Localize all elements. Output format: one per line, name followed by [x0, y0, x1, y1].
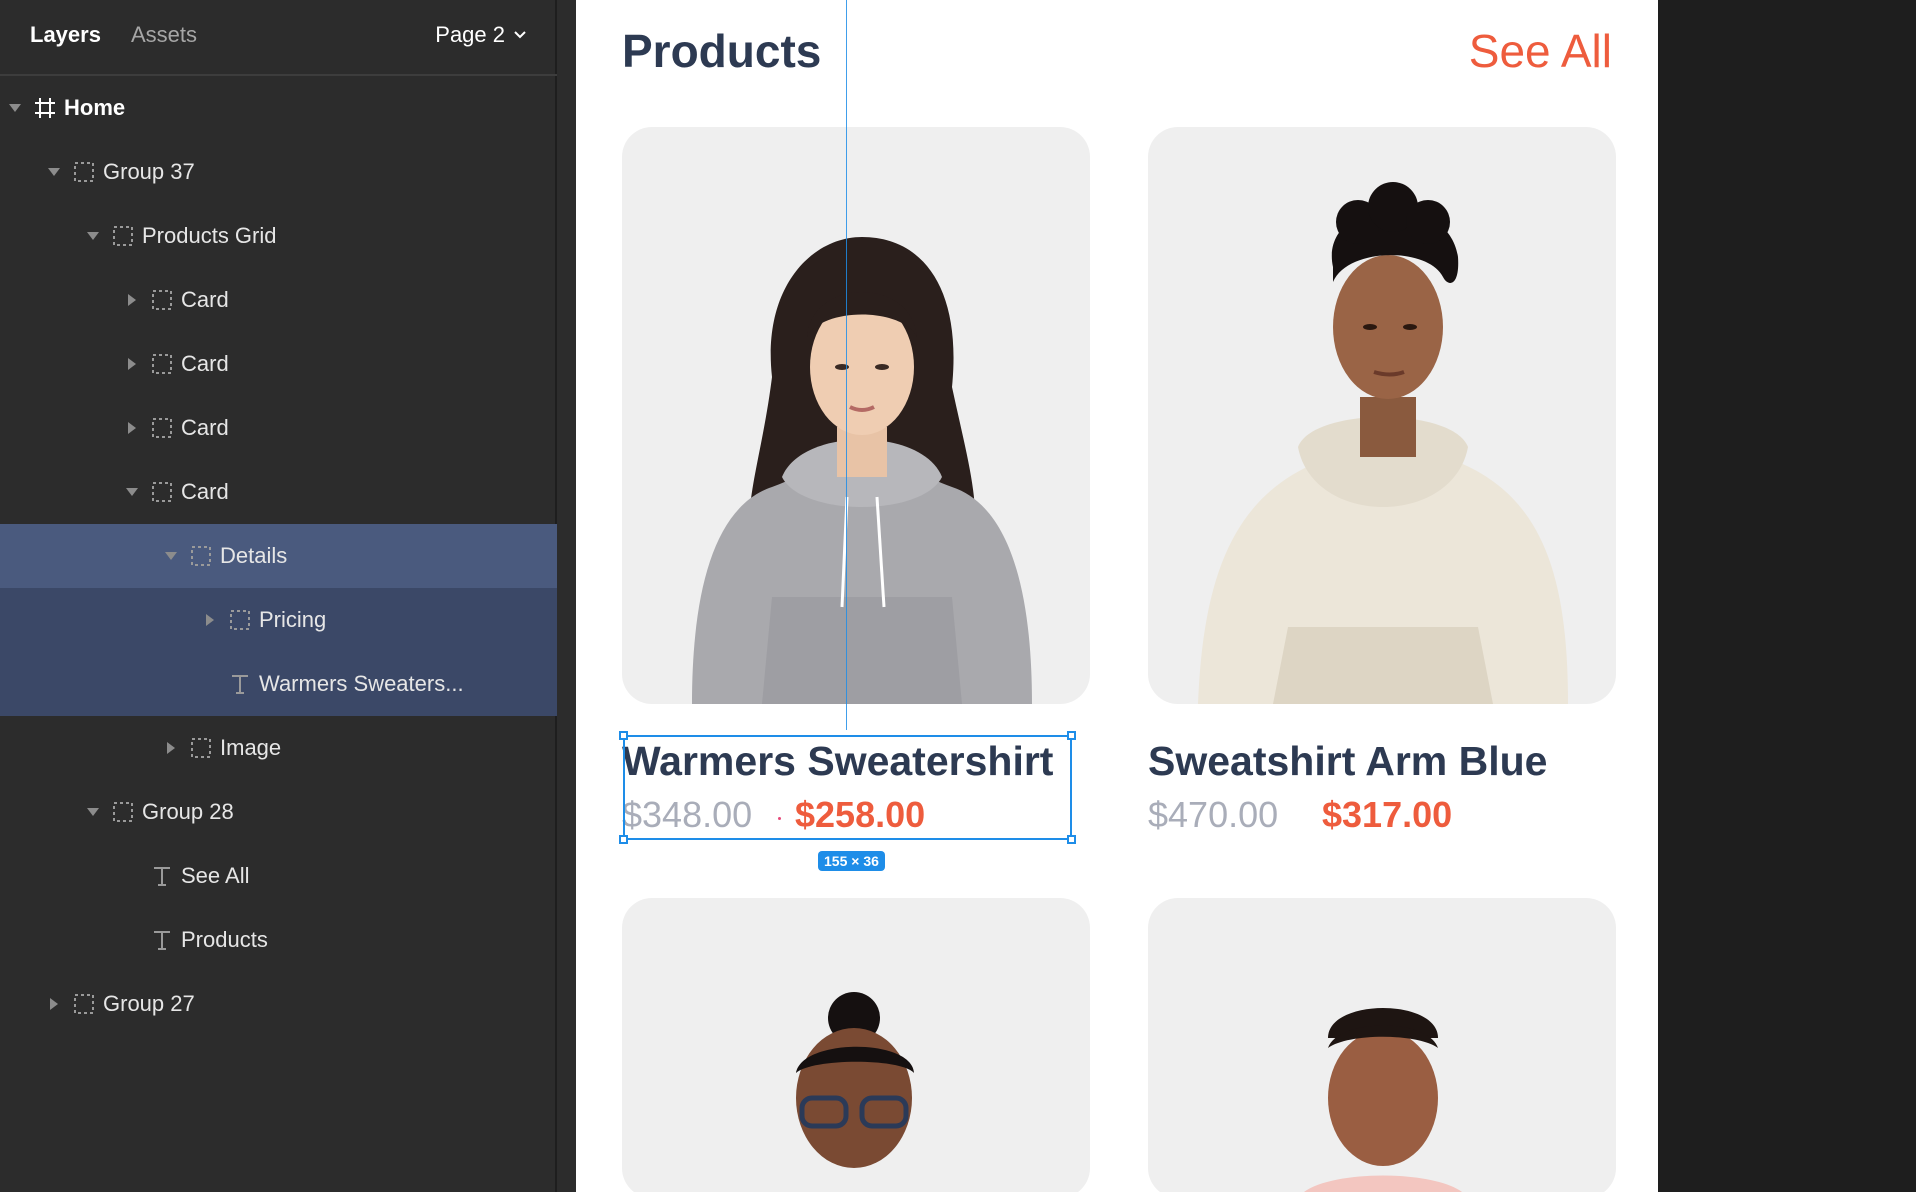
frame-hash-icon: [32, 95, 58, 121]
group-dashed-icon: [110, 799, 136, 825]
group-dashed-icon: [149, 415, 175, 441]
group-dashed-icon: [227, 607, 253, 633]
resize-handle-nw[interactable]: [619, 731, 628, 740]
caret-down-icon[interactable]: [164, 549, 178, 563]
page-selector[interactable]: Page 2: [435, 22, 527, 48]
caret-right-icon[interactable]: [125, 293, 139, 307]
caret-down-icon[interactable]: [8, 101, 22, 115]
chevron-down-icon: [514, 31, 526, 39]
products-heading[interactable]: Products: [622, 24, 821, 78]
product-image-woman-grey-hoodie[interactable]: [622, 127, 1090, 704]
layer-label: See All: [181, 863, 250, 888]
layer-label: Products: [181, 927, 268, 952]
tab-layers[interactable]: Layers: [30, 22, 101, 48]
layer-row[interactable]: Card: [0, 396, 557, 460]
group-dashed-icon: [110, 223, 136, 249]
product-card[interactable]: Sweatshirt Arm Blue $470.00 $317.00: [1148, 127, 1616, 847]
group-dashed-icon: [149, 351, 175, 377]
caret-down-icon[interactable]: [86, 229, 100, 243]
caret-down-icon[interactable]: [47, 165, 61, 179]
group-dashed-icon: [149, 287, 175, 313]
text-layer-icon: [149, 927, 175, 953]
layer-label: Card: [181, 351, 229, 376]
tab-assets[interactable]: Assets: [131, 22, 197, 48]
product-image-woman-braids[interactable]: [1148, 898, 1616, 1192]
layer-row[interactable]: Group 27: [0, 972, 557, 1036]
woman-glasses-illustration: [796, 992, 914, 1168]
layer-row[interactable]: Card: [0, 460, 557, 524]
caret-right-icon[interactable]: [47, 997, 61, 1011]
caret-right-icon[interactable]: [164, 741, 178, 755]
resize-handle-ne[interactable]: [1067, 731, 1076, 740]
resize-handle-sw[interactable]: [619, 835, 628, 844]
layer-label: Card: [181, 479, 229, 504]
layer-label: Group 37: [103, 159, 195, 184]
product-new-price[interactable]: $317.00: [1322, 794, 1452, 836]
layer-label: Image: [220, 735, 282, 760]
product-image-woman-glasses[interactable]: [622, 898, 1090, 1192]
layer-row[interactable]: Products Grid: [0, 204, 557, 268]
group-dashed-icon: [71, 159, 97, 185]
layer-row[interactable]: Group 28: [0, 780, 557, 844]
text-layer-icon: [227, 671, 253, 697]
woman-grey-hoodie-illustration: [692, 237, 1032, 704]
layer-row[interactable]: Group 37: [0, 140, 557, 204]
caret-right-icon[interactable]: [125, 357, 139, 371]
man-cream-hoodie-illustration: [1198, 182, 1568, 704]
woman-braids-illustration: [1304, 1008, 1462, 1192]
caret-right-icon[interactable]: [125, 421, 139, 435]
layer-label: Group 27: [103, 991, 195, 1016]
layer-label: Card: [181, 287, 229, 312]
group-dashed-icon: [188, 543, 214, 569]
caret-down-icon[interactable]: [125, 485, 139, 499]
layer-label: Home: [64, 95, 126, 120]
home-frame[interactable]: Products See All Warmers Sweatershirt $3…: [576, 0, 1658, 1192]
layer-label: Details: [220, 543, 288, 568]
selection-box[interactable]: [619, 731, 1076, 844]
group-dashed-icon: [149, 479, 175, 505]
resize-handle-se[interactable]: [1067, 835, 1076, 844]
canvas-dark-area: [1658, 0, 1916, 1192]
layer-label: Warmers Sweaters...: [259, 671, 464, 696]
layer-row[interactable]: Home: [0, 76, 557, 140]
layer-label: Group 28: [142, 799, 234, 824]
caret-right-icon[interactable]: [203, 613, 217, 627]
product-image-man-cream-hoodie[interactable]: [1148, 127, 1616, 704]
vertical-guide: [846, 0, 847, 730]
selection-size-badge: 155 × 36: [818, 851, 885, 871]
layer-tree: Home Group 37 Products Grid Card Card Card Car…: [0, 76, 557, 1036]
group-dashed-icon: [71, 991, 97, 1017]
layer-row[interactable]: Card: [0, 332, 557, 396]
spacing-dot: [778, 817, 781, 820]
product-title[interactable]: Sweatshirt Arm Blue: [1148, 738, 1547, 785]
layer-row[interactable]: Image: [0, 716, 557, 780]
text-layer-icon: [149, 863, 175, 889]
layers-panel: Layers Assets Page 2 Home Group 37 Product…: [0, 0, 557, 1192]
group-dashed-icon: [188, 735, 214, 761]
layer-label: Products Grid: [142, 223, 277, 248]
layer-row[interactable]: See All: [0, 844, 557, 908]
design-canvas[interactable]: Products See All Warmers Sweatershirt $3…: [557, 0, 1916, 1192]
layer-label: Card: [181, 415, 229, 440]
panel-header: Layers Assets Page 2: [0, 0, 557, 76]
layer-row[interactable]: Products: [0, 908, 557, 972]
layer-label: Pricing: [259, 607, 327, 632]
product-old-price[interactable]: $470.00: [1148, 794, 1278, 836]
layer-row[interactable]: Details: [0, 524, 557, 588]
page-selector-label: Page 2: [435, 22, 505, 47]
see-all-link[interactable]: See All: [1469, 24, 1612, 78]
layer-row[interactable]: Warmers Sweaters...: [0, 652, 557, 716]
caret-down-icon[interactable]: [86, 805, 100, 819]
layer-row[interactable]: Pricing: [0, 588, 557, 652]
layer-row[interactable]: Card: [0, 268, 557, 332]
